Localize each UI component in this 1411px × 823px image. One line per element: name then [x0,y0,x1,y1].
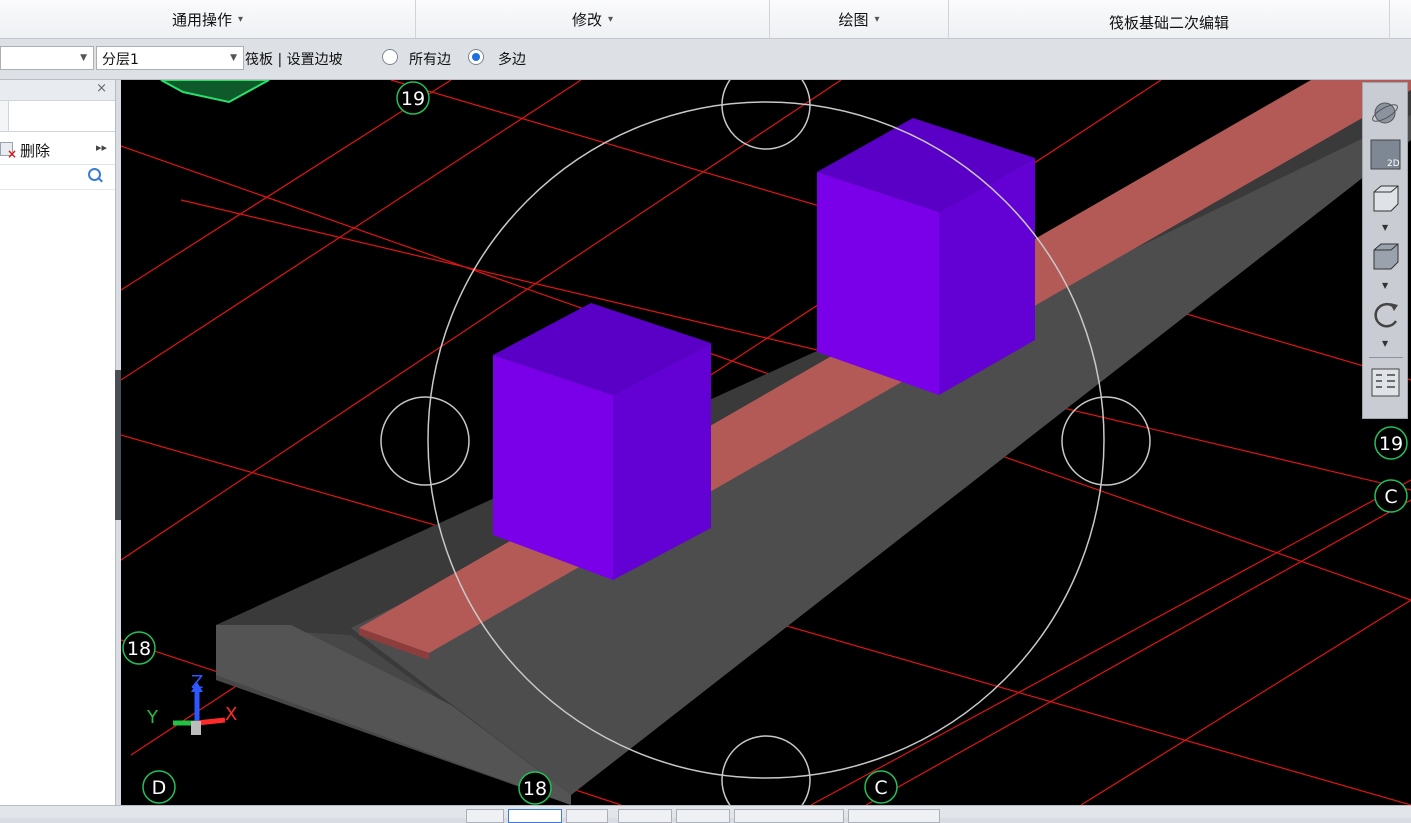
menu-modify-label: 修改 [571,10,602,29]
menu-raft-secondary-edit[interactable]: 筏板基础二次编辑 [949,0,1390,38]
chevron-down-icon: ▾ [237,13,244,25]
grid-label-c-bottom: C [874,777,887,799]
radio-multi-edges-label[interactable]: 多边 [498,49,526,69]
grid-label-c-right: C [1384,486,1397,508]
panel-tab[interactable] [0,101,9,131]
radio-all-edges[interactable] [382,49,398,65]
chevron-down-icon[interactable]: ▼ [1382,281,1388,290]
panel-header: × [0,80,115,101]
menu-general-ops-label: 通用操作 [171,10,232,29]
close-icon[interactable]: × [96,81,107,96]
layer-combo-value: 分层1 [102,52,139,68]
column-1 [493,303,711,580]
chevron-down-icon: ▼ [80,53,87,63]
display-settings-icon[interactable] [1370,367,1401,398]
component-panel: × 删除 ▸▸ [0,80,116,805]
orbit-icon[interactable] [1370,97,1401,128]
delete-icon [0,142,17,161]
chevron-down-icon[interactable]: ▼ [1382,223,1388,232]
column-2 [817,118,1035,395]
layer-combo[interactable]: 分层1 ▼ [96,46,244,70]
menu-modify[interactable]: 修改 ▾ [416,0,770,38]
grid-label-19-top: 19 [401,88,425,110]
2d-view-icon[interactable]: 2D [1370,139,1401,170]
status-bar [0,805,1411,823]
rotate-icon[interactable] [1370,299,1401,330]
axis-z-label: Z [191,672,203,693]
status-field[interactable] [618,809,672,823]
view-toolbar: 2D ▼ ▼ ▼ [1362,82,1408,419]
status-field[interactable] [566,809,608,823]
scene-canvas[interactable]: Z X Y 19 19 18 18 D C C [121,80,1411,805]
menubar: 通用操作 ▾ 修改 ▾ 绘图 ▾ 筏板基础二次编辑 [0,0,1411,39]
more-icon[interactable]: ▸▸ [96,141,107,154]
grid-label-18-left: 18 [127,638,151,660]
svg-text:2D: 2D [1387,159,1400,169]
status-field[interactable] [508,809,562,823]
chevron-down-icon: ▾ [874,13,880,25]
search-input[interactable] [0,165,115,190]
green-foundation-edge [160,80,270,104]
status-field[interactable] [676,809,730,823]
property-toolbar: ▼ 分层1 ▼ 筏板 | 设置边坡 所有边 多边 [0,39,1411,80]
panel-tabs [0,101,115,132]
chevron-down-icon: ▾ [607,13,614,25]
floor-combo[interactable]: ▼ [0,46,94,70]
status-field[interactable] [466,809,504,823]
menu-raft-secondary-edit-label: 筏板基础二次编辑 [1108,13,1229,32]
solid-cube-icon[interactable] [1370,241,1401,272]
chevron-down-icon: ▼ [230,53,237,63]
grid-label-18-bottom: 18 [523,778,547,800]
delete-button[interactable]: 删除 [20,140,50,161]
menu-draw-label: 绘图 [838,10,869,29]
axis-y-label: Y [146,707,159,728]
wireframe-cube-icon[interactable] [1370,183,1401,214]
radio-multi-edges[interactable] [468,49,484,65]
menu-general-ops[interactable]: 通用操作 ▾ [0,0,416,38]
status-field[interactable] [848,809,940,823]
status-field[interactable] [734,809,844,823]
grid-label-19-right: 19 [1379,433,1403,455]
panel-actions: 删除 ▸▸ [0,132,115,165]
grid-label-d: D [152,777,167,799]
axis-x-label: X [225,704,237,725]
chevron-down-icon[interactable]: ▼ [1382,339,1388,348]
radio-all-edges-label[interactable]: 所有边 [409,49,451,69]
context-label: 筏板 | 设置边坡 [245,52,343,68]
menu-draw[interactable]: 绘图 ▾ [770,0,949,38]
search-icon[interactable] [88,168,101,181]
3d-viewport[interactable]: Z X Y 19 19 18 18 D C C [121,80,1411,805]
separator [1369,357,1403,358]
